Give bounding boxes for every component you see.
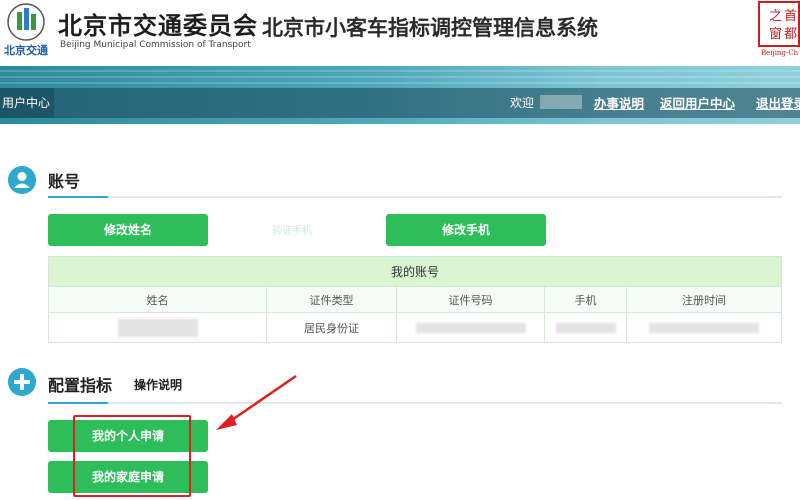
redacted-name: [117, 318, 198, 337]
svg-text:北京交通: 北京交通: [4, 43, 48, 57]
guide-link[interactable]: 办事说明: [594, 93, 644, 112]
banner-pattern: [0, 70, 800, 84]
back-to-user-center-link[interactable]: 返回用户中心: [660, 93, 735, 112]
redacted-id-number: [415, 323, 526, 333]
transport-logo-icon: 北京交通: [4, 3, 48, 57]
org-name-en: Beijing Municipal Commission of Transpor…: [60, 40, 251, 50]
config-section-title: 配置指标: [48, 376, 113, 395]
nav-banner: 用户中心 欢迎 办事说明 返回用户中心 退出登录: [0, 66, 800, 124]
col-header-phone: 手机: [544, 286, 627, 313]
welcome-text: 欢迎: [510, 96, 535, 110]
site-header: 北京交通 北京市交通委员会 Beijing Municipal Commissi…: [0, 0, 800, 66]
username-redacted: [540, 95, 582, 109]
account-table: 我的账号 姓名 证件类型 证件号码 手机 注册时间 居民身份证: [48, 256, 782, 343]
cell-id-type: 居民身份证: [266, 312, 397, 343]
table-row: 居民身份证: [48, 312, 782, 343]
faint-label: 验证手机: [272, 226, 312, 237]
system-title: 北京市小客车指标调控管理信息系统: [262, 16, 598, 40]
edit-name-button[interactable]: 修改姓名: [48, 214, 208, 246]
cell-registered: [626, 312, 782, 343]
user-center-tab[interactable]: 用户中心: [0, 88, 54, 118]
svg-text:窗: 窗: [769, 26, 782, 42]
account-section-title: 账号: [48, 172, 81, 191]
redacted-registered: [649, 323, 759, 333]
svg-text:之: 之: [769, 9, 782, 24]
cell-phone: [544, 312, 627, 343]
col-header-name: 姓名: [48, 286, 267, 313]
account-table-caption: 我的账号: [48, 256, 782, 287]
capital-window-seal-icon: 之 首 窗 都 Beijing-Ch: [758, 1, 800, 57]
edit-phone-button[interactable]: 修改手机: [386, 214, 546, 246]
red-arrow-icon: [216, 374, 297, 430]
org-name: 北京市交通委员会: [58, 12, 258, 40]
col-header-id-type: 证件类型: [266, 286, 397, 313]
redacted-phone: [555, 323, 616, 333]
operation-guide-link[interactable]: 操作说明: [134, 376, 182, 393]
logout-link[interactable]: 退出登录: [756, 93, 800, 112]
user-icon: [8, 166, 36, 194]
svg-text:都: 都: [784, 27, 797, 42]
svg-text:首: 首: [784, 9, 797, 24]
highlight-box: [73, 415, 191, 497]
cell-name: [48, 312, 267, 343]
svg-text:Beijing-Ch: Beijing-Ch: [761, 49, 799, 57]
plus-icon: [8, 368, 36, 396]
col-header-registered: 注册时间: [626, 286, 782, 313]
account-section-rule: [48, 196, 782, 198]
cell-id-number: [396, 312, 545, 343]
config-section-rule: [48, 402, 782, 404]
col-header-id-number: 证件号码: [396, 286, 545, 313]
